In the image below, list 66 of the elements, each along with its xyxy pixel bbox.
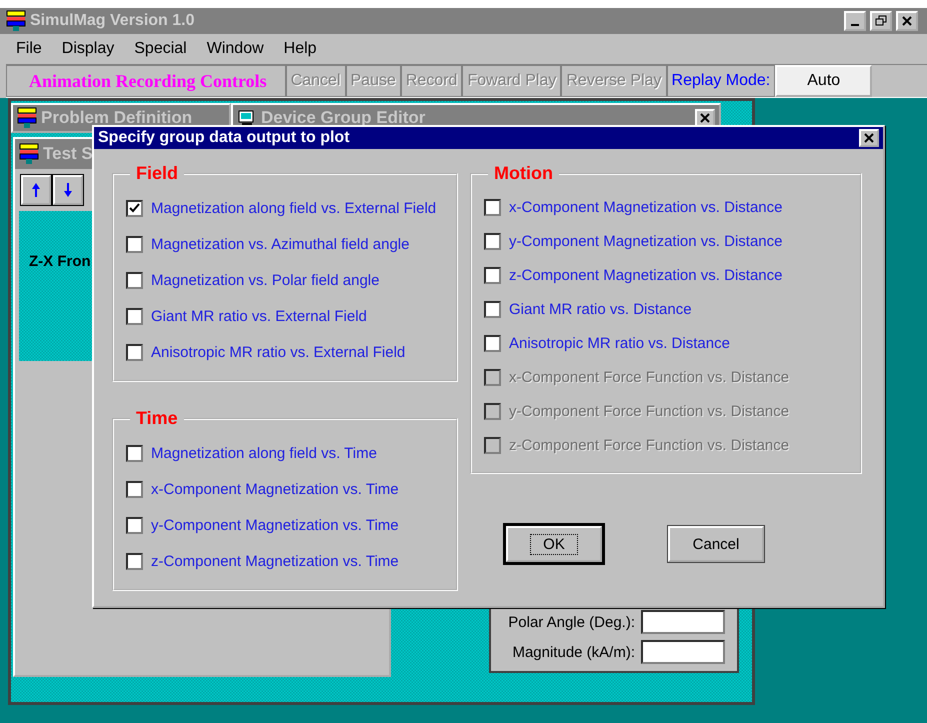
group-title: Motion: [493, 163, 554, 184]
app-icon: [6, 10, 26, 32]
close-icon: [864, 133, 874, 143]
checkbox-label[interactable]: y-Component Magnetization vs. Distance: [509, 232, 782, 250]
minimize-button[interactable]: [844, 11, 866, 31]
window-title: Test S: [43, 144, 93, 164]
checkbox-label[interactable]: Giant MR ratio vs. Distance: [509, 300, 692, 318]
window-title: Device Group Editor: [261, 108, 426, 128]
close-icon: [902, 16, 912, 26]
close-button[interactable]: [859, 129, 879, 147]
checkbox[interactable]: [126, 444, 143, 462]
checkbox-label[interactable]: y-Component Magnetization vs. Time: [151, 516, 399, 534]
checkbox[interactable]: [484, 266, 501, 284]
mode-button[interactable]: Auto: [775, 65, 872, 97]
field-label: Polar Angle (Deg.):: [507, 614, 635, 630]
group-title: Field: [135, 163, 180, 184]
view-label: Z-X Fron: [29, 253, 91, 270]
checkbox-label[interactable]: z-Component Magnetization vs. Distance: [509, 266, 782, 284]
field-label: Magnitude (kA/m):: [511, 644, 635, 660]
checkbox[interactable]: [484, 300, 501, 318]
checkbox[interactable]: [126, 200, 143, 216]
checkbox-label[interactable]: x-Component Magnetization vs. Time: [151, 480, 399, 498]
up-arrow-icon: [31, 182, 41, 198]
checkbox-label[interactable]: Anisotropic MR ratio vs. External Field: [151, 344, 406, 360]
app-icon: [17, 107, 37, 129]
close-icon: [700, 113, 710, 123]
checkbox-label[interactable]: Magnetization vs. Azimuthal field angle: [151, 236, 410, 252]
checkbox-label[interactable]: Magnetization along field vs. External Field: [151, 200, 436, 216]
window-title: SimulMag Version 1.0: [30, 12, 196, 30]
dialog-button[interactable]: OK: [506, 526, 602, 562]
input-field[interactable]: [641, 640, 725, 664]
menu-item[interactable]: Window: [196, 40, 274, 58]
checkbox-label[interactable]: Anisotropic MR ratio vs. Distance: [509, 334, 730, 352]
checkbox[interactable]: [484, 334, 501, 352]
checkbox-label[interactable]: Magnetization along field vs. Time: [151, 444, 377, 462]
up-button[interactable]: [21, 175, 51, 205]
down-button[interactable]: [53, 175, 83, 205]
checkbox-label[interactable]: z-Component Magnetization vs. Time: [151, 552, 399, 570]
checkbox[interactable]: [126, 236, 143, 252]
down-arrow-icon: [63, 182, 73, 198]
checkbox[interactable]: [126, 344, 143, 360]
menu-item[interactable]: Special: [124, 40, 197, 58]
close-button[interactable]: [896, 11, 918, 31]
checkbox[interactable]: [126, 308, 143, 324]
checkbox-label[interactable]: x-Component Magnetization vs. Distance: [509, 198, 782, 216]
group-title: Time: [135, 408, 179, 429]
window-title: Problem Definition: [41, 108, 192, 128]
app-icon: [19, 143, 39, 165]
toolbar-title: Animation Recording Controls: [6, 65, 286, 97]
checkbox-label[interactable]: Magnetization vs. Polar field angle: [151, 272, 380, 288]
mode-label: Replay Mode:: [666, 65, 776, 97]
menu-item[interactable]: Display: [52, 40, 124, 58]
checkbox[interactable]: [126, 552, 143, 570]
checkbox[interactable]: [484, 232, 501, 250]
restore-button[interactable]: [870, 11, 892, 31]
checkbox[interactable]: [126, 480, 143, 498]
checkbox[interactable]: [484, 198, 501, 216]
minimize-icon: [851, 24, 859, 26]
input-field[interactable]: [641, 610, 725, 634]
dialog-button[interactable]: Cancel: [668, 526, 764, 562]
checkbox[interactable]: [126, 516, 143, 534]
menu-item[interactable]: File: [6, 40, 52, 58]
menu-item[interactable]: Help: [274, 40, 327, 58]
restore-icon: [875, 15, 887, 27]
checkbox-label[interactable]: Giant MR ratio vs. External Field: [151, 308, 367, 324]
checkbox[interactable]: [126, 272, 143, 288]
